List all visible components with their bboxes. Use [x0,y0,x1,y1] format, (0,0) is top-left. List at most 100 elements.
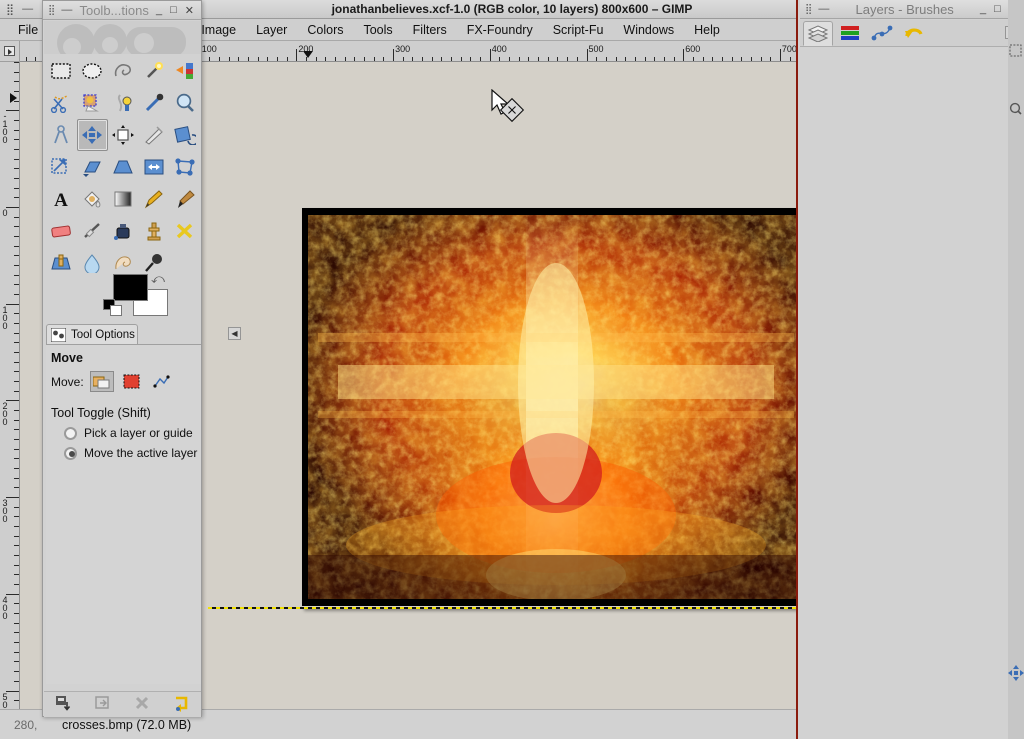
color-swatch-area[interactable]: ⤺ [103,271,191,319]
move-active-layer-radio[interactable] [64,446,77,460]
heal-tool[interactable] [169,215,200,247]
window-title-text: jonathanbelieves.xcf-1.0 (RGB color, 10 … [331,2,693,16]
tab-tool-options[interactable]: Tool Options [46,324,138,344]
tool-options-menu-icon[interactable]: ◀ [228,327,241,340]
menu-help[interactable]: Help [684,21,730,39]
cage-transform-tool[interactable] [169,151,200,183]
ruler-tick [14,284,19,286]
toolbox-close-icon[interactable]: ✕ [185,4,194,17]
menu-script-fu[interactable]: Script-Fu [543,21,614,39]
perspective-tool[interactable] [108,151,139,183]
pencil-tool[interactable] [138,183,169,215]
ruler-tick [14,62,19,63]
color-picker-tool[interactable] [138,87,169,119]
menu-colors[interactable]: Colors [297,21,353,39]
scale-tool[interactable] [46,151,77,183]
delete-tool-options-icon[interactable] [134,695,150,714]
move-tool[interactable] [76,119,108,151]
fuzzy-select-tool[interactable] [138,55,169,87]
ruler-tick [489,49,491,61]
restore-tool-options-icon[interactable] [95,695,112,714]
ruler-tick [14,477,19,479]
dock-minimize-icon[interactable]: _ [980,3,986,16]
ruler-tick [14,458,19,460]
perspective-clone-tool[interactable] [46,247,77,279]
pick-layer-or-guide-radio-row[interactable]: Pick a layer or guide [46,423,201,443]
rect-select-tool[interactable] [46,55,77,87]
ruler-tick [14,613,19,615]
text-tool[interactable]: A [46,183,77,215]
foreground-select-tool[interactable] [77,87,108,119]
toolbox-grip-icon: ⣿ [48,4,55,16]
measure-tool[interactable] [46,119,77,151]
menu-windows[interactable]: Windows [613,21,684,39]
scissors-select-tool[interactable] [46,87,77,119]
alignment-tool[interactable] [108,119,139,151]
shear-tool[interactable] [77,151,108,183]
vertical-ruler[interactable]: -100 0 100 200 300 400 500 [0,62,20,709]
free-select-tool[interactable] [108,55,139,87]
ruler-unit-button[interactable] [0,41,20,62]
reset-colors-bg-icon[interactable] [110,305,122,316]
crop-tool[interactable] [138,119,169,151]
dock-maximize-icon[interactable]: □ [994,3,1001,16]
menu-layer[interactable]: Layer [246,21,297,39]
reset-tool-options-icon[interactable] [173,695,190,715]
ruler-label: 100 [201,44,217,54]
rotate-tool[interactable] [169,119,200,151]
tool-grid[interactable]: A [46,55,200,273]
save-tool-options-icon[interactable] [55,695,72,714]
airbrush-tool[interactable] [77,215,108,247]
ruler-tick [14,226,19,228]
ruler-tick [14,448,19,450]
menu-tools[interactable]: Tools [353,21,402,39]
tab-undo-history[interactable] [899,21,929,46]
tab-paths[interactable] [867,21,897,46]
move-path-mode-button[interactable] [150,371,174,392]
ruler-tick [14,661,19,663]
ruler-label: 700 [781,44,796,54]
ruler-tick [14,700,19,702]
ellipse-select-tool[interactable] [77,55,108,87]
menu-fx-foundry[interactable]: FX-Foundry [457,21,543,39]
ruler-tick [14,439,19,441]
move-active-layer-radio-row[interactable]: Move the active layer [46,443,201,463]
pick-layer-or-guide-radio[interactable] [64,426,77,440]
ruler-label: 300 [395,44,411,54]
toolbox-maximize-icon[interactable]: □ [170,4,177,17]
paintbrush-tool[interactable] [169,183,200,215]
ruler-tick [14,197,19,199]
move-selection-mode-button[interactable] [120,371,144,392]
layer-boundary-guide [208,607,796,609]
ruler-label: 500 [2,691,8,709]
ruler-tick [14,603,19,605]
tab-layers[interactable] [803,20,833,46]
dock-tab-strip[interactable]: ◀ [800,20,1024,47]
menu-filters[interactable]: Filters [403,21,457,39]
strip-select-icon[interactable] [1009,44,1022,57]
foreground-color-swatch[interactable] [113,274,148,301]
tab-channels[interactable] [835,21,865,46]
swap-colors-icon[interactable]: ⤺ [151,271,165,287]
gradient-tool[interactable] [108,183,139,215]
bucket-fill-tool[interactable] [77,183,108,215]
ruler-tick [6,207,19,208]
strip-move-icon[interactable] [1008,665,1024,681]
clone-tool[interactable] [138,215,169,247]
ruler-tick [14,342,19,344]
image-canvas[interactable] [302,208,796,606]
paths-tool[interactable] [108,87,139,119]
flip-tool[interactable] [138,151,169,183]
zoom-tool[interactable] [169,87,200,119]
ruler-menu-icon[interactable] [4,46,15,56]
toolbox-window-controls[interactable]: _ □ ✕ [156,4,194,17]
dock-title-text: Layers - Brushes [855,1,954,17]
select-by-color-tool[interactable] [169,55,200,87]
toolbox-minimize-icon[interactable]: _ [156,4,162,17]
strip-zoom-icon[interactable] [1009,102,1022,115]
move-layer-mode-button[interactable] [89,371,114,392]
eraser-tool[interactable] [46,215,77,247]
ink-tool[interactable] [108,215,139,247]
window-dash-icon: — [22,2,34,15]
ruler-tick [14,555,19,557]
